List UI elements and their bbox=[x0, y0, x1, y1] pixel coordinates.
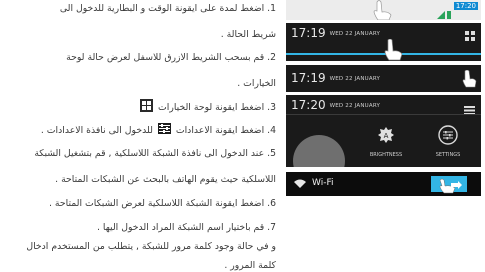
quick-settings-screen: 17:20 WED 22 JANUARY A BRIGHTNESS SETTING… bbox=[286, 95, 481, 167]
settings-sliders-icon bbox=[438, 125, 458, 145]
pointing-hand-icon bbox=[384, 39, 403, 61]
quick-settings-grid-icon[interactable] bbox=[465, 27, 476, 41]
screenshots-column: 17:20 17:19 WED 22 JANUARY 17:19 WED 22 JA… bbox=[282, 0, 485, 270]
instructions: 1. اضغط لمدة على ايقونة الوقت و البطارية… bbox=[0, 0, 282, 271]
step-7-note: و في حالة وجود كلمة مرور للشبكة , يتطلب … bbox=[26, 241, 276, 252]
settings-sliders-icon bbox=[157, 123, 171, 134]
svg-text:A: A bbox=[384, 132, 389, 140]
wifi-icon bbox=[294, 179, 306, 188]
step-6: 6. اضغط ايقونة الشبكة اللاسلكية لعرض الش… bbox=[49, 198, 276, 209]
step-3-line: 3. اضغط ايقونة لوحة الخيارات bbox=[138, 99, 276, 114]
options-grid-icon bbox=[140, 99, 154, 112]
options-time: 17:19 bbox=[291, 71, 326, 85]
options-date: WED 22 JANUARY bbox=[329, 75, 381, 82]
wifi-toggle[interactable] bbox=[431, 176, 467, 194]
options-screen: 17:19 WED 22 JANUARY bbox=[286, 65, 481, 92]
step-1: 1. اضغط لمدة على ايقونة الوقت و البطارية… bbox=[59, 3, 276, 14]
wifi-screen: Wi-Fi bbox=[286, 172, 481, 196]
settings-tile[interactable]: SETTINGS bbox=[418, 119, 478, 165]
brightness-label: BRIGHTNESS bbox=[369, 152, 403, 158]
step-4: 4. اضغط ايقونة الاعدادات bbox=[175, 125, 276, 136]
signal-battery-icon bbox=[437, 4, 451, 19]
step-2: 2. قم بسحب الشريط الازرق للاسفل لعرض حال… bbox=[66, 52, 276, 63]
brightness-tile[interactable]: A BRIGHTNESS bbox=[356, 119, 416, 165]
status-bar-screen: 17:20 bbox=[286, 0, 481, 20]
qs-time: 17:20 bbox=[291, 98, 326, 112]
pointing-hand-icon bbox=[462, 70, 477, 88]
shade-date: WED 22 JANUARY bbox=[329, 30, 381, 37]
brightness-icon: A bbox=[378, 127, 394, 143]
pointing-hand-icon bbox=[439, 178, 462, 194]
wifi-label: Wi-Fi bbox=[312, 178, 334, 188]
profile-avatar-icon[interactable] bbox=[291, 119, 347, 167]
step-5: 5. عند الدخول الى نافذة الشبكة اللاسلكية… bbox=[34, 148, 276, 159]
settings-label: SETTINGS bbox=[435, 152, 461, 158]
step-7-note-cont: كلمة المرور . bbox=[224, 260, 276, 271]
shade-time: 17:19 bbox=[291, 26, 326, 40]
step-4-cont: للدخول الى نافذة الاعدادات . bbox=[40, 125, 153, 136]
step-7: 7. قم باختيار اسم الشبكة المراد الدخول ا… bbox=[97, 222, 276, 233]
pointing-hand-icon bbox=[373, 0, 392, 20]
status-bar-time[interactable]: 17:20 bbox=[453, 2, 478, 10]
step-1-cont: شريط الحالة . bbox=[220, 29, 276, 40]
step-2-cont: الخيارات . bbox=[237, 78, 276, 89]
qs-date: WED 22 JANUARY bbox=[329, 102, 381, 109]
step-5-cont: اللاسلكية حيث يقوم الهاتف بالبحث عن الشب… bbox=[55, 174, 276, 185]
step-3: 3. اضغط ايقونة لوحة الخيارات bbox=[158, 102, 276, 113]
notification-shade-screen: 17:19 WED 22 JANUARY bbox=[286, 23, 481, 61]
list-icon[interactable] bbox=[464, 100, 475, 115]
step-4-line: 4. اضغط ايقونة الاعدادات للدخول الى نافذ… bbox=[41, 123, 276, 137]
